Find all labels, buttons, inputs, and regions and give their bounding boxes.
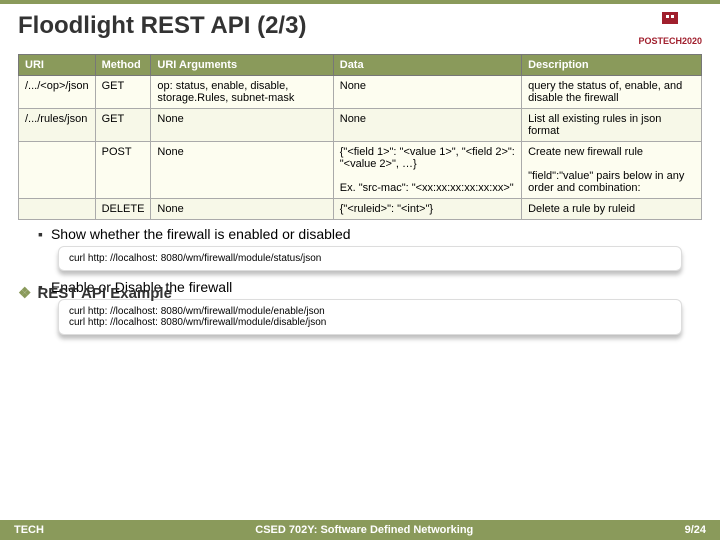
bullet-status: Show whether the firewall is enabled or … — [38, 226, 702, 242]
table-row: POST None {"<field 1>": "<value 1>", "<f… — [19, 142, 702, 199]
table-header-row: URI Method URI Arguments Data Descriptio… — [19, 55, 702, 76]
footer-bar: TECH CSED 702Y: Software Defined Network… — [0, 520, 720, 540]
api-table: URI Method URI Arguments Data Descriptio… — [18, 54, 702, 220]
th-args: URI Arguments — [151, 55, 333, 76]
footer-course: CSED 702Y: Software Defined Networking — [44, 524, 685, 536]
th-method: Method — [95, 55, 151, 76]
logo-year: 2020 — [682, 36, 702, 46]
slide-title: Floodlight REST API (2/3) — [18, 12, 306, 40]
th-desc: Description — [522, 55, 702, 76]
code-box-enable: curl http: //localhost: 8080/wm/firewall… — [58, 299, 682, 335]
footer-left: TECH — [14, 524, 44, 536]
code-line: curl http: //localhost: 8080/wm/firewall… — [69, 253, 671, 264]
th-data: Data — [333, 55, 521, 76]
logo-text: POSTECH — [638, 36, 682, 46]
logo: POSTECH2020 — [638, 12, 702, 46]
postech-logo-icon — [646, 12, 694, 34]
section-heading-example: ❖REST API Example — [18, 284, 172, 302]
code-box-status: curl http: //localhost: 8080/wm/firewall… — [58, 246, 682, 271]
footer-page: 9/24 — [685, 524, 706, 536]
diamond-icon: ❖ — [18, 285, 31, 302]
table-row: /.../<op>/json GET op: status, enable, d… — [19, 76, 702, 109]
code-line: curl http: //localhost: 8080/wm/firewall… — [69, 317, 671, 328]
code-line: curl http: //localhost: 8080/wm/firewall… — [69, 306, 671, 317]
table-row: /.../rules/json GET None None List all e… — [19, 109, 702, 142]
title-bar: Floodlight REST API (2/3) POSTECH2020 — [0, 0, 720, 48]
th-uri: URI — [19, 55, 96, 76]
table-row: DELETE None {"<ruleid>": "<int>"} Delete… — [19, 199, 702, 220]
